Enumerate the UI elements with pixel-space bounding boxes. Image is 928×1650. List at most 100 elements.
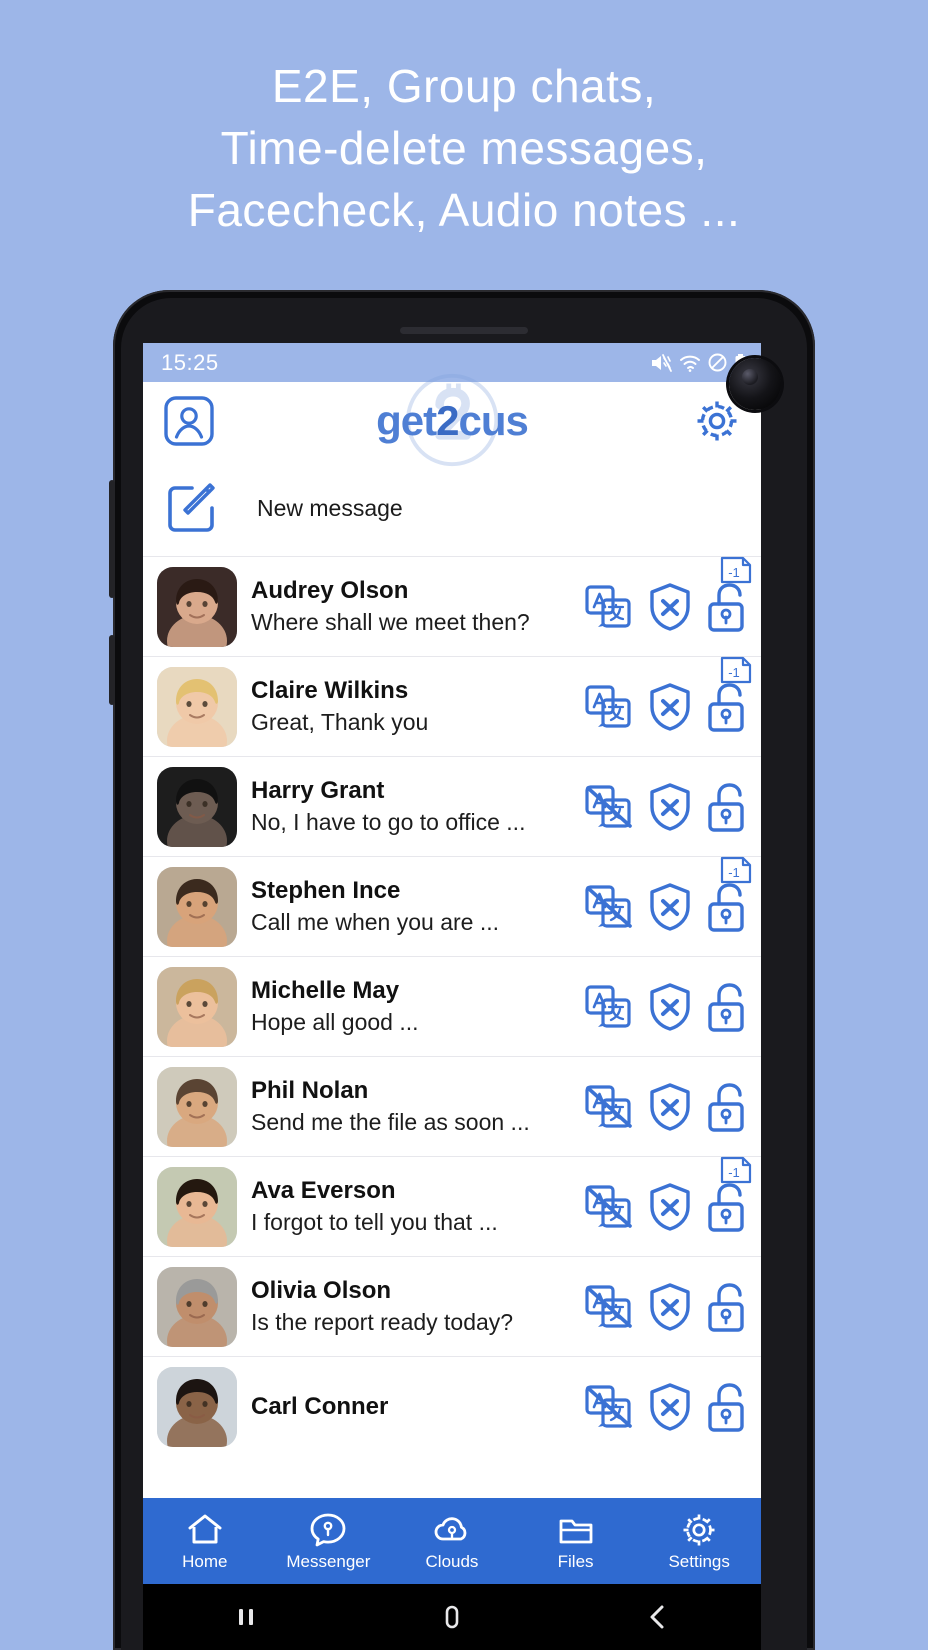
chat-row[interactable]: Audrey Olson Where shall we meet then? -…: [143, 556, 761, 656]
headline-line-3: Facecheck, Audio notes ...: [187, 184, 741, 236]
logo-part-2: cus: [458, 397, 528, 444]
system-navigation-bar: [143, 1584, 761, 1650]
nav-item-settings[interactable]: Settings: [637, 1511, 761, 1572]
recents-icon[interactable]: [230, 1601, 262, 1633]
nav-item-messenger[interactable]: Messenger: [267, 1511, 391, 1572]
translate-off-icon[interactable]: [583, 1083, 633, 1131]
row-icon-group: [583, 781, 751, 833]
nav-item-files[interactable]: Files: [514, 1511, 638, 1572]
wifi-icon: [679, 353, 701, 373]
translate-off-icon[interactable]: [583, 1283, 633, 1331]
shield-x-icon[interactable]: [647, 1082, 693, 1132]
open-lock-icon[interactable]: [707, 1181, 751, 1233]
logo-two: 2: [436, 397, 459, 444]
translate-icon[interactable]: [583, 983, 633, 1031]
shield-x-icon[interactable]: [647, 782, 693, 832]
translate-off-icon[interactable]: [583, 783, 633, 831]
chat-text: Michelle May Hope all good ...: [237, 976, 583, 1038]
svg-text:-1: -1: [728, 565, 740, 580]
translate-icon[interactable]: [583, 583, 633, 631]
mute-icon: [650, 353, 672, 373]
chat-row[interactable]: Ava Everson I forgot to tell you that ..…: [143, 1156, 761, 1256]
avatar: [157, 1066, 237, 1147]
bottom-navigation: Home Messenger Clouds Files Settings: [143, 1498, 761, 1584]
avatar: [157, 1366, 237, 1447]
new-message-button[interactable]: New message: [143, 460, 761, 556]
gear-icon: [680, 1511, 718, 1549]
translate-icon[interactable]: [583, 683, 633, 731]
translate-off-icon[interactable]: [583, 883, 633, 931]
message-preview: Is the report ready today?: [251, 1308, 514, 1335]
chat-row[interactable]: Phil Nolan Send me the file as soon ...: [143, 1056, 761, 1156]
message-preview: No, I have to go to office ...: [251, 808, 526, 835]
contact-name: Phil Nolan: [251, 1076, 369, 1104]
row-icon-group: [583, 1381, 751, 1433]
nav-label: Clouds: [425, 1551, 479, 1571]
chat-text: Harry Grant No, I have to go to office .…: [237, 776, 583, 838]
chat-row[interactable]: Claire Wilkins Great, Thank you -1: [143, 656, 761, 756]
do-not-disturb-icon: [708, 353, 727, 372]
chat-text: Ava Everson I forgot to tell you that ..…: [237, 1176, 583, 1238]
message-preview: Hope all good ...: [251, 1008, 419, 1035]
cloud-icon: [433, 1511, 471, 1549]
timer-badge: -1: [719, 655, 753, 685]
message-preview: Call me when you are ...: [251, 908, 500, 935]
nav-label: Files: [557, 1551, 594, 1571]
nav-item-home[interactable]: Home: [143, 1511, 267, 1572]
shield-x-icon[interactable]: [647, 1182, 693, 1232]
open-lock-icon[interactable]: [707, 581, 751, 633]
chat-row[interactable]: Carl Conner: [143, 1356, 761, 1456]
shield-x-icon[interactable]: [647, 682, 693, 732]
shield-x-icon[interactable]: [647, 982, 693, 1032]
gear-icon[interactable]: [693, 397, 741, 445]
open-lock-icon[interactable]: [707, 681, 751, 733]
open-lock-icon[interactable]: [707, 1381, 751, 1433]
shield-x-icon[interactable]: [647, 882, 693, 932]
avatar: [157, 866, 237, 947]
home-pill-icon[interactable]: [436, 1601, 468, 1633]
power-button[interactable]: [109, 635, 115, 705]
promo-headline: E2E, Group chats, Time-delete messages, …: [0, 55, 928, 241]
nav-label: Home: [182, 1551, 228, 1571]
row-icon-group: [583, 1281, 751, 1333]
avatar: [157, 966, 237, 1047]
open-lock-icon[interactable]: [707, 1081, 751, 1133]
open-lock-icon[interactable]: [707, 881, 751, 933]
shield-x-icon[interactable]: [647, 1282, 693, 1332]
avatar: [157, 1266, 237, 1347]
shield-x-icon[interactable]: [647, 1382, 693, 1432]
nav-item-clouds[interactable]: Clouds: [390, 1511, 514, 1572]
chat-text: Olivia Olson Is the report ready today?: [237, 1276, 583, 1338]
earpiece-speaker: [400, 327, 528, 334]
messenger-icon: [309, 1511, 347, 1549]
headline-line-1: E2E, Group chats,: [271, 60, 657, 112]
timer-badge: -1: [719, 555, 753, 585]
chat-row[interactable]: Harry Grant No, I have to go to office .…: [143, 756, 761, 856]
logo-text: get2cus: [376, 397, 529, 445]
timer-badge: -1: [719, 1155, 753, 1185]
contact-name: Claire Wilkins: [251, 676, 409, 704]
nav-label: Settings: [668, 1551, 730, 1571]
open-lock-icon[interactable]: [707, 981, 751, 1033]
avatar: [157, 566, 237, 647]
row-icon-group: -1: [583, 1156, 752, 1233]
profile-icon[interactable]: [163, 395, 215, 447]
headline-line-2: Time-delete messages,: [220, 122, 708, 174]
translate-off-icon[interactable]: [583, 1183, 633, 1231]
back-icon[interactable]: [642, 1601, 674, 1633]
chat-row[interactable]: Stephen Ince Call me when you are ... -1: [143, 856, 761, 956]
volume-button[interactable]: [109, 480, 115, 598]
message-preview: I forgot to tell you that ...: [251, 1208, 498, 1235]
chat-row[interactable]: Olivia Olson Is the report ready today?: [143, 1256, 761, 1356]
translate-off-icon[interactable]: [583, 1383, 633, 1431]
open-lock-icon[interactable]: [707, 781, 751, 833]
chat-row[interactable]: Michelle May Hope all good ...: [143, 956, 761, 1056]
chat-text: Stephen Ince Call me when you are ...: [237, 876, 583, 938]
contact-name: Carl Conner: [251, 1392, 389, 1420]
open-lock-icon[interactable]: [707, 1281, 751, 1333]
shield-x-icon[interactable]: [647, 582, 693, 632]
avatar: [157, 1166, 237, 1247]
row-icon-group: -1: [583, 856, 752, 933]
row-icon-group: -1: [583, 556, 752, 633]
row-icon-group: [583, 981, 751, 1033]
